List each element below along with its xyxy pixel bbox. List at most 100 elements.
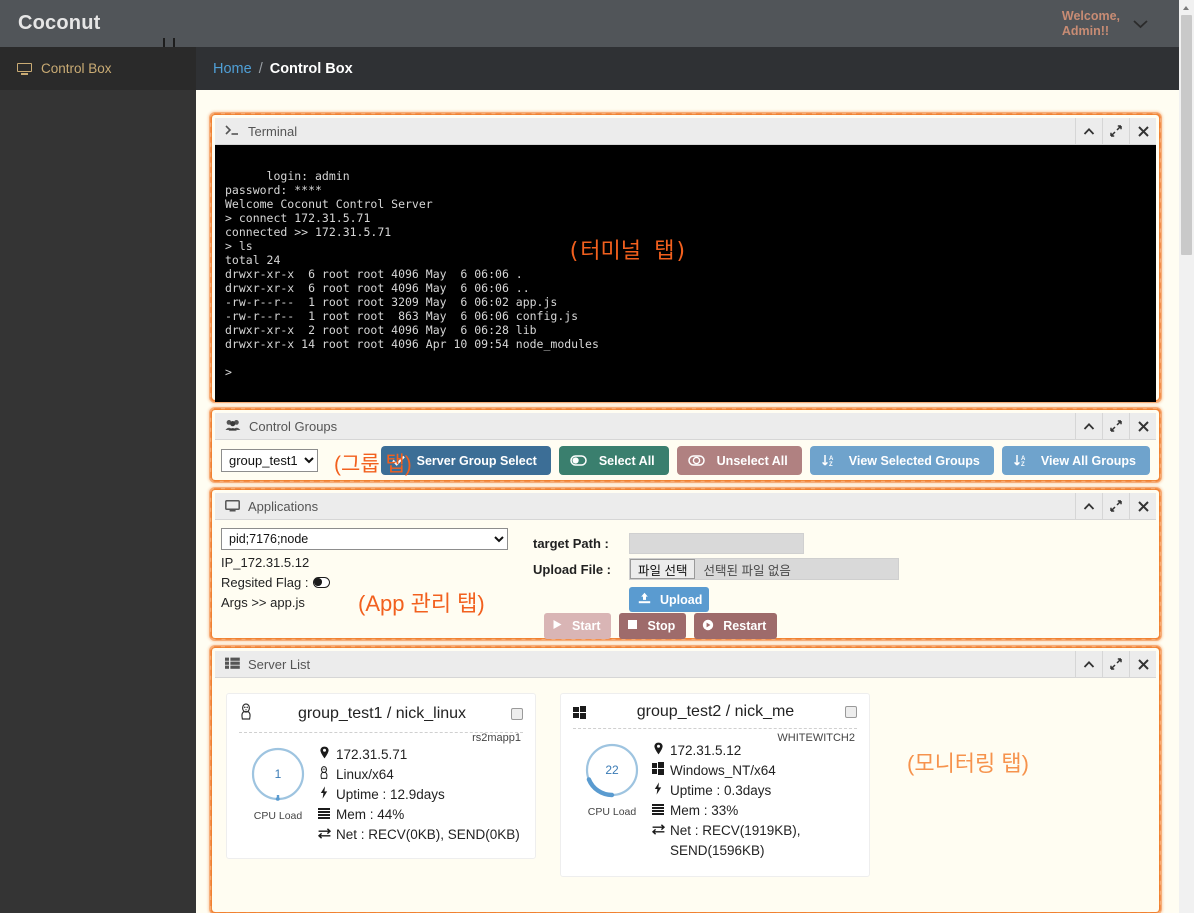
list-icon: [225, 657, 240, 672]
close-icon[interactable]: [1129, 412, 1156, 440]
start-button[interactable]: Start: [544, 613, 612, 639]
server-ip: 172.31.5.71: [336, 747, 408, 762]
bolt-icon: [651, 781, 665, 801]
control-groups-panel-title: Control Groups: [249, 418, 338, 434]
square-icon: [627, 619, 638, 633]
target-path-row: target Path :: [533, 530, 899, 556]
cpu-gauge-value-0: 1: [275, 767, 282, 781]
file-input[interactable]: 파일 선택 선택된 파일 없음: [629, 558, 899, 580]
top-bar: Coconut Welcome, Admin!!: [0, 0, 1179, 47]
expand-icon[interactable]: [1102, 492, 1129, 520]
stop-button[interactable]: Stop: [619, 613, 687, 639]
group-select[interactable]: group_test1: [221, 449, 318, 472]
collapse-icon[interactable]: [1075, 412, 1102, 440]
upload-button-label: Upload: [660, 592, 703, 607]
select-all-button[interactable]: Select All: [558, 446, 669, 475]
annotation-terminal: (터미널 탭): [567, 239, 688, 264]
view-selected-groups-label: View Selected Groups: [848, 453, 980, 468]
terminal-panel-title: Terminal: [248, 123, 298, 139]
unselect-all-button[interactable]: Unselect All: [676, 446, 802, 475]
scrollbar-thumb[interactable]: [1181, 15, 1192, 255]
stop-button-label: Stop: [647, 619, 676, 633]
scroll-up-arrow-icon[interactable]: [1179, 0, 1194, 15]
server-hostname: rs2mapp1: [472, 732, 521, 744]
registed-flag-label: Regsited Flag :: [221, 575, 309, 590]
server-group-select-label: Server Group Select: [416, 453, 537, 468]
restart-button[interactable]: Restart: [694, 613, 778, 639]
server-mem: Mem : 33%: [670, 803, 739, 818]
select-all-label: Select All: [598, 453, 655, 468]
user-menu[interactable]: Welcome, Admin!!: [1062, 9, 1179, 39]
registed-flag-toggle-icon[interactable]: [313, 577, 331, 588]
server-ip-row: 172.31.5.12: [651, 741, 857, 761]
control-groups-body: group_test1 (그룹 탭) Server Group Select S…: [215, 440, 1156, 481]
cpu-gauge-value-1: 22: [605, 763, 619, 777]
close-icon[interactable]: [1129, 650, 1156, 678]
server-card[interactable]: group_test1 / nick_linux rs2mapp1 1 CPU …: [226, 693, 536, 859]
windows-logo-icon: [573, 705, 586, 719]
server-list-panel-header: Server List: [215, 650, 1156, 678]
control-groups-panel: Control Groups group_test1 (그룹 탭) Server…: [210, 408, 1161, 482]
breadcrumb-home-link[interactable]: Home: [213, 61, 252, 77]
server-list-body: group_test1 / nick_linux rs2mapp1 1 CPU …: [215, 678, 1156, 913]
server-uptime: Uptime : 12.9days: [336, 787, 445, 802]
server-card-checkbox[interactable]: [511, 708, 523, 720]
close-icon[interactable]: [1129, 117, 1156, 145]
app-brand[interactable]: Coconut: [0, 12, 196, 35]
breadcrumb-separator: /: [258, 60, 263, 77]
welcome-label: Welcome, Admin!!: [1061, 8, 1120, 38]
terminal-panel: Terminal login: admin password: **** Wel…: [210, 113, 1161, 402]
server-list-panel-title: Server List: [248, 656, 311, 672]
sort-az-icon: AZ: [821, 454, 837, 467]
svg-text:Z: Z: [1021, 462, 1025, 467]
cpu-gauge: 1 CPU Load: [239, 745, 317, 845]
sidebar-item-control-box[interactable]: Control Box: [0, 47, 196, 90]
terminal-panel-tools: [1075, 117, 1156, 145]
server-os: Linux/x64: [336, 767, 394, 782]
collapse-icon[interactable]: [1075, 492, 1102, 520]
server-mem-row: Mem : 44%: [317, 805, 523, 825]
server-hostname: WHITEWITCH2: [777, 732, 855, 744]
server-card-checkbox[interactable]: [845, 706, 857, 718]
page-scrollbar[interactable]: [1179, 0, 1194, 913]
chevron-down-icon[interactable]: [1132, 15, 1149, 32]
file-choose-button[interactable]: 파일 선택: [630, 559, 696, 579]
main-content: Terminal login: admin password: **** Wel…: [196, 90, 1179, 913]
server-mem-row: Mem : 33%: [651, 801, 857, 821]
applications-panel-tools: [1075, 492, 1156, 520]
expand-icon[interactable]: [1102, 412, 1129, 440]
application-select[interactable]: pid;7176;node: [221, 528, 508, 550]
server-card-header: group_test1 / nick_linux: [239, 703, 523, 733]
application-actions: Start Stop Restart: [544, 613, 778, 639]
server-net: Net : RECV(0KB), SEND(0KB): [336, 827, 520, 842]
server-ip-row: 172.31.5.71: [317, 745, 523, 765]
server-card[interactable]: group_test2 / nick_me WHITEWITCH2 22 CPU…: [560, 693, 870, 877]
view-all-groups-button[interactable]: AZ View All Groups: [1001, 446, 1150, 475]
collapse-icon[interactable]: [1075, 117, 1102, 145]
view-all-groups-label: View All Groups: [1040, 453, 1136, 468]
view-selected-groups-button[interactable]: AZ View Selected Groups: [809, 446, 994, 475]
monitor-icon: [17, 62, 32, 75]
server-os: Windows_NT/x64: [670, 763, 776, 778]
location-pin-icon: [317, 745, 331, 765]
server-mem: Mem : 44%: [336, 807, 405, 822]
terminal-panel-header: Terminal: [215, 117, 1156, 145]
cpu-gauge: 22 CPU Load: [573, 741, 651, 861]
terminal-output[interactable]: login: admin password: **** Welcome Coco…: [215, 145, 1156, 402]
upload-button[interactable]: Upload: [629, 587, 709, 612]
collapse-icon[interactable]: [1075, 650, 1102, 678]
target-path-input[interactable]: [629, 532, 804, 554]
svg-text:Z: Z: [829, 462, 833, 467]
server-card-title: group_test2 / nick_me: [636, 703, 795, 720]
upload-icon: [638, 592, 651, 607]
expand-icon[interactable]: [1102, 650, 1129, 678]
close-icon[interactable]: [1129, 492, 1156, 520]
linux-penguin-icon: [317, 765, 331, 785]
expand-icon[interactable]: [1102, 117, 1129, 145]
server-card-body: 1 CPU Load 172.31.5.71 Linux/x64 Uptime …: [239, 745, 523, 845]
prompt-icon: [225, 124, 240, 139]
sidebar-item-label: Control Box: [41, 61, 112, 76]
exchange-icon: [651, 821, 665, 841]
bolt-icon: [317, 785, 331, 805]
users-icon: [225, 419, 241, 434]
